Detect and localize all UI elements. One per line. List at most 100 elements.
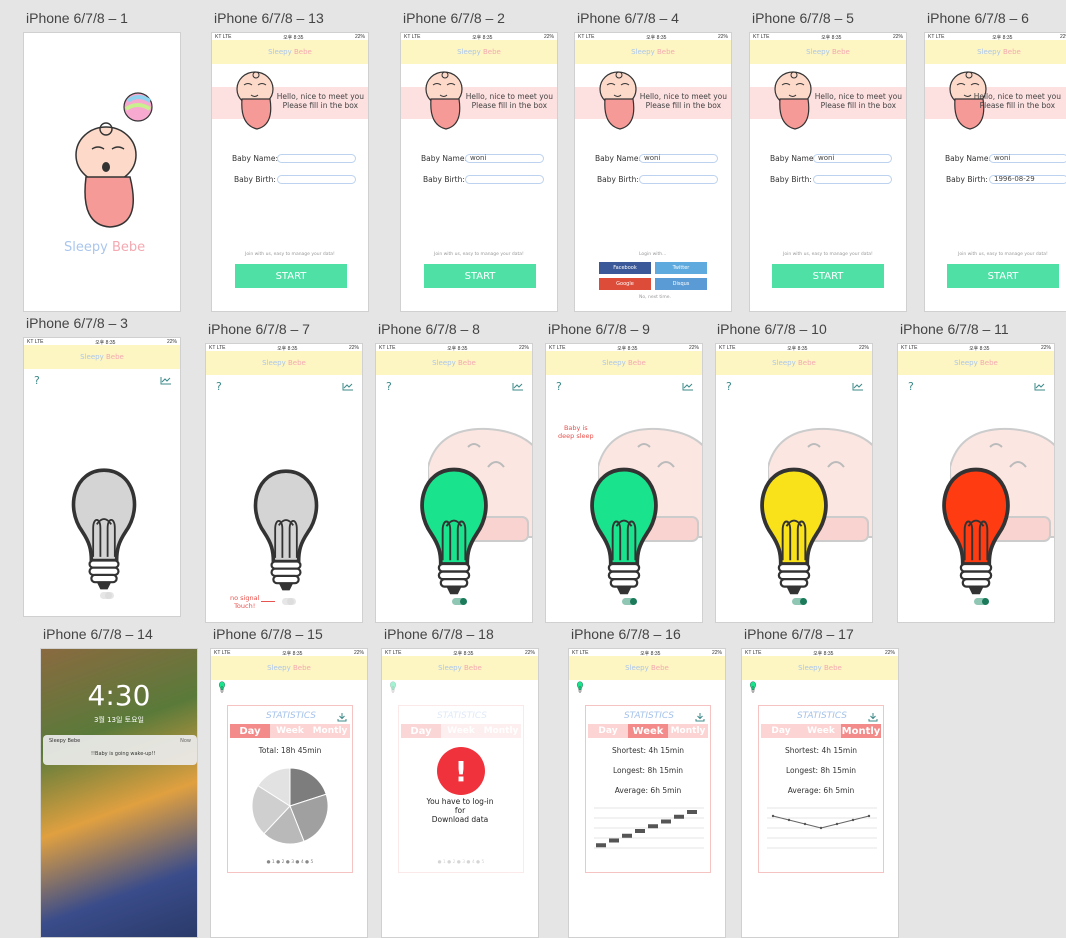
chart-icon[interactable] (160, 376, 172, 385)
baby-name-input[interactable]: woni (989, 154, 1066, 163)
notification-time: Now (180, 738, 191, 744)
download-icon[interactable] (868, 712, 878, 722)
status-bar: KT LTE오후 8:3522% (549, 345, 699, 352)
artboard-label: iPhone 6/7/8 – 18 (384, 626, 494, 642)
help-icon[interactable]: ? (386, 380, 392, 393)
tab-day[interactable]: Day (401, 724, 441, 738)
baby-birth-input[interactable] (465, 175, 544, 184)
push-notification[interactable]: Sleepy Bebe Now !!Baby is going wake-up!… (43, 735, 197, 765)
statistics-panel: STATISTICS Day Week Montly Shortest: 4h … (758, 705, 884, 873)
twitter-button[interactable]: Twitter (655, 262, 707, 274)
chart-icon[interactable] (512, 382, 524, 391)
total-sleep: Total: 18h 45min (258, 746, 322, 755)
tab-monthly[interactable]: Montly (481, 724, 521, 738)
bulb-icon[interactable] (748, 681, 758, 693)
status-bar: KT LTE오후 8:3522% (578, 34, 728, 41)
baby-name-label: Baby Name: (770, 154, 816, 163)
tab-week[interactable]: Week (441, 724, 481, 738)
baby-name-input[interactable]: woni (465, 154, 544, 163)
artboard-label: iPhone 6/7/8 – 8 (378, 321, 480, 337)
tab-day[interactable]: Day (761, 724, 801, 738)
artboard-label: iPhone 6/7/8 – 15 (213, 626, 323, 642)
help-icon[interactable]: ? (34, 374, 40, 387)
status-bar: KT LTE오후 8:3522% (719, 345, 869, 352)
login-screen-13: KT LTE 오후 8:35 22% Sleepy Bebe Hello, nice… (211, 32, 369, 312)
artboard-label: iPhone 6/7/8 – 6 (927, 10, 1029, 26)
google-button[interactable]: Google (599, 278, 651, 290)
help-icon[interactable]: ? (216, 380, 222, 393)
baby-birth-label: Baby Birth: (234, 175, 276, 184)
hint-arrow (261, 601, 275, 602)
power-toggle[interactable] (452, 598, 467, 605)
start-button[interactable]: START (424, 264, 536, 288)
app-header: Sleepy Bebe (750, 40, 906, 64)
help-icon[interactable]: ? (726, 380, 732, 393)
baby-name-input[interactable] (277, 154, 356, 163)
join-text: Join with us, easy to manage your data! (958, 252, 1048, 257)
tab-week[interactable]: Week (628, 724, 668, 738)
average-sleep: Average: 6h 5min (787, 786, 855, 795)
start-button[interactable]: START (772, 264, 884, 288)
bulb-icon[interactable] (388, 681, 398, 693)
download-icon[interactable] (695, 712, 705, 722)
status-bar: KT LTE오후 8:3522% (215, 34, 365, 41)
tab-day[interactable]: Day (588, 724, 628, 738)
baby-birth-input[interactable]: 1996-08-29 (989, 175, 1066, 184)
status-bar: KT LTE오후 8:3522% (753, 34, 903, 41)
tab-monthly[interactable]: Montly (310, 724, 350, 738)
line-point (851, 818, 855, 822)
chart-icon[interactable] (1034, 382, 1046, 391)
start-button[interactable]: START (947, 264, 1059, 288)
disqus-button[interactable]: Disqus (655, 278, 707, 290)
line-point (787, 818, 791, 822)
period-tabs: Day Week Montly (761, 724, 881, 738)
average-sleep: Average: 6h 5min (614, 786, 682, 795)
start-button[interactable]: START (235, 264, 347, 288)
tab-day[interactable]: Day (230, 724, 270, 738)
chart-icon[interactable] (342, 382, 354, 391)
tab-monthly[interactable]: Montly (841, 724, 881, 738)
app-header: Sleepy Bebe (716, 351, 872, 375)
statistics-panel: STATISTICS Day Week Montly Shortest: 4h … (585, 705, 711, 873)
status-bar: KT LTE오후 8:3522% (379, 345, 529, 352)
facebook-button[interactable]: Facebook (599, 262, 651, 274)
tab-monthly[interactable]: Montly (668, 724, 708, 738)
help-icon[interactable]: ? (908, 380, 914, 393)
artboard-label: iPhone 6/7/8 – 2 (403, 10, 505, 26)
chart-icon[interactable] (682, 382, 694, 391)
download-icon[interactable] (337, 712, 347, 722)
baby-name-input[interactable]: woni (639, 154, 718, 163)
no-next-time-link[interactable]: No, next time. (639, 295, 671, 300)
monitor-screen-7: KT LTE 오후 8:35 22% Sleepy Bebe ? no signal… (205, 343, 363, 623)
bulb-icon[interactable] (217, 681, 227, 693)
login-screen-2: KT LTE 오후 8:35 22% Sleepy Bebe Hello, nice… (400, 32, 558, 312)
artboard-label: iPhone 6/7/8 – 10 (717, 321, 827, 337)
status-bar: KT LTE오후 8:3522% (928, 34, 1066, 41)
baby-birth-input[interactable] (813, 175, 892, 184)
power-toggle[interactable] (974, 598, 989, 605)
tab-week[interactable]: Week (801, 724, 841, 738)
monitor-screen-11: KT LTE 오후 8:35 22% Sleepy Bebe ? (897, 343, 1055, 623)
artboard-label: iPhone 6/7/8 – 14 (43, 626, 153, 642)
baby-name-input[interactable]: woni (813, 154, 892, 163)
power-toggle[interactable] (282, 598, 296, 605)
status-bar: KT LTE오후 8:3522% (209, 345, 359, 352)
power-toggle[interactable] (792, 598, 807, 605)
login-screen-4: KT LTE 오후 8:35 22% Sleepy Bebe Hello, nice… (574, 32, 732, 312)
bulb-icon[interactable] (575, 681, 585, 693)
status-bar: KT LTE오후 8:3522% (214, 650, 364, 657)
power-toggle[interactable] (622, 598, 637, 605)
baby-birth-input[interactable] (639, 175, 718, 184)
join-text: Join with us, easy to manage your data! (434, 252, 524, 257)
baby-birth-label: Baby Birth: (946, 175, 988, 184)
period-tabs: Day Week Montly (230, 724, 350, 738)
app-header: Sleepy Bebe (382, 656, 538, 680)
chart-icon[interactable] (852, 382, 864, 391)
sleeping-baby-icon: z z z (75, 92, 153, 228)
power-toggle[interactable] (100, 592, 114, 599)
baby-birth-input[interactable] (277, 175, 356, 184)
artboard-label: iPhone 6/7/8 – 9 (548, 321, 650, 337)
help-icon[interactable]: ? (556, 380, 562, 393)
tab-week[interactable]: Week (270, 724, 310, 738)
app-header: Sleepy Bebe (569, 656, 725, 680)
